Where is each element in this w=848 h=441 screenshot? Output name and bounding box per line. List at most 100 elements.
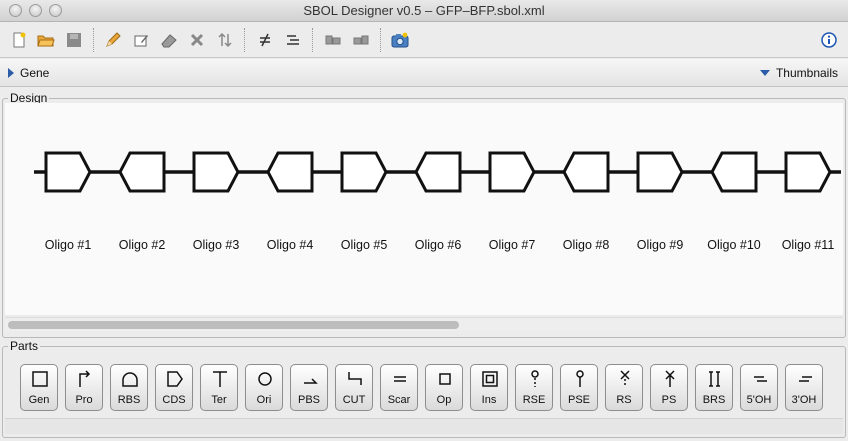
- part-button-rs[interactable]: RS: [605, 364, 643, 411]
- oligo-label: Oligo #2: [118, 238, 166, 252]
- focus-out-button[interactable]: [351, 30, 371, 50]
- minimize-window-button[interactable]: [29, 4, 42, 17]
- oligo-label: Oligo #5: [340, 238, 388, 252]
- oligo-glyph[interactable]: [488, 151, 536, 193]
- save-icon: [67, 33, 81, 47]
- part-button-label: 3'OH: [791, 394, 817, 406]
- edit-part-icon: [134, 35, 148, 47]
- part-button-ori[interactable]: Ori: [245, 364, 283, 411]
- part-button-label: Gen: [28, 394, 50, 406]
- part-button-rbs[interactable]: RBS: [110, 364, 148, 411]
- collapse-triangle-icon: [759, 70, 770, 76]
- rse-lollipop-dotted-icon: [531, 370, 539, 387]
- operator-square-icon: [439, 373, 451, 385]
- part-button-label: 5'OH: [746, 394, 772, 406]
- window-title: SBOL Designer v0.5 – GFP–BFP.sbol.xml: [303, 3, 545, 18]
- oligo-glyph[interactable]: [710, 151, 758, 193]
- oligo-glyph[interactable]: [784, 151, 832, 193]
- oligo-label: Oligo #4: [266, 238, 314, 252]
- part-button-cut[interactable]: CUT: [335, 364, 373, 411]
- snapshot-button[interactable]: [390, 30, 410, 50]
- part-button-3-oh[interactable]: 3'OH: [785, 364, 823, 411]
- pse-lollipop-icon: [576, 370, 584, 387]
- part-button-label: Ori: [256, 394, 272, 406]
- part-button-label: CDS: [162, 394, 186, 406]
- pencil-icon: [106, 32, 121, 47]
- part-button-gen[interactable]: Gen: [20, 364, 58, 411]
- part-button-scar[interactable]: Scar: [380, 364, 418, 411]
- info-button[interactable]: [819, 30, 839, 50]
- part-button-label: RBS: [117, 394, 141, 406]
- oligo-glyph[interactable]: [636, 151, 684, 193]
- new-file-button[interactable]: [9, 30, 29, 50]
- list-button[interactable]: [283, 30, 303, 50]
- part-button-label: BRS: [702, 394, 726, 406]
- part-button-label: Pro: [75, 394, 93, 406]
- part-button-label: Ter: [211, 394, 227, 406]
- part-button-pse[interactable]: PSE: [560, 364, 598, 411]
- part-button-label: CUT: [342, 394, 366, 406]
- zoom-window-button[interactable]: [49, 4, 62, 17]
- oligo-glyph[interactable]: [44, 151, 92, 193]
- strikethrough-button[interactable]: [255, 30, 275, 50]
- scrollbar-thumb[interactable]: [8, 321, 459, 329]
- thumbnails-label: Thumbnails: [775, 66, 838, 80]
- info-icon: [821, 32, 837, 48]
- open-button[interactable]: [36, 30, 56, 50]
- new-file-icon: [13, 32, 26, 48]
- oligo-glyph[interactable]: [266, 151, 314, 193]
- origin-circle-icon: [258, 372, 272, 386]
- gene-bar: Gene Thumbnails: [0, 59, 848, 87]
- part-button-5-oh[interactable]: 5'OH: [740, 364, 778, 411]
- oligo-label: Oligo #7: [488, 238, 536, 252]
- oligo-glyph[interactable]: [192, 151, 240, 193]
- part-button-rse[interactable]: RSE: [515, 364, 553, 411]
- pencil-button[interactable]: [103, 30, 123, 50]
- oligo-glyph[interactable]: [340, 151, 388, 193]
- square-icon: [32, 371, 48, 387]
- expand-triangle-icon: [8, 68, 14, 78]
- edit-part-button[interactable]: [131, 30, 151, 50]
- oligo-label: Oligo #11: [781, 238, 835, 252]
- part-button-op[interactable]: Op: [425, 364, 463, 411]
- part-button-label: PS: [661, 394, 677, 406]
- delete-button[interactable]: [187, 30, 207, 50]
- part-button-pro[interactable]: Pro: [65, 364, 103, 411]
- title-bar: SBOL Designer v0.5 – GFP–BFP.sbol.xml: [0, 0, 848, 22]
- oligo-label: Oligo #6: [414, 238, 462, 252]
- part-button-ter[interactable]: Ter: [200, 364, 238, 411]
- oligo-glyph[interactable]: [118, 151, 166, 193]
- ps-cross-icon: [665, 370, 675, 387]
- oligo-label: Oligo #8: [562, 238, 610, 252]
- list-icon: [287, 35, 299, 45]
- part-button-ps[interactable]: PS: [650, 364, 688, 411]
- rbs-dome-icon: [122, 372, 138, 387]
- part-button-label: Scar: [387, 394, 411, 406]
- promoter-arrow-icon: [79, 370, 91, 387]
- part-button-pbs[interactable]: PBS: [290, 364, 328, 411]
- oligo-glyph[interactable]: [414, 151, 462, 193]
- close-window-button[interactable]: [9, 4, 22, 17]
- save-button[interactable]: [64, 30, 84, 50]
- thumbnails-toggle[interactable]: Thumbnails: [759, 66, 838, 80]
- oligo-glyph[interactable]: [562, 151, 610, 193]
- part-button-label: PBS: [297, 394, 320, 406]
- insulator-square-icon: [482, 371, 498, 387]
- oligo-label: Oligo #3: [192, 238, 240, 252]
- focus-in-button[interactable]: [323, 30, 343, 50]
- design-backbone: [34, 151, 841, 193]
- focus-out-icon: [353, 35, 369, 45]
- flip-button[interactable]: [215, 30, 235, 50]
- parts-scroll-strip: [5, 418, 843, 434]
- part-button-label: PSE: [567, 394, 590, 406]
- rs-cross-icon: [620, 370, 630, 387]
- eraser-button[interactable]: [159, 30, 179, 50]
- oligo-label: Oligo #10: [707, 238, 761, 252]
- part-button-cds[interactable]: CDS: [155, 364, 193, 411]
- part-button-label: Ins: [481, 394, 497, 406]
- part-button-brs[interactable]: BRS: [695, 364, 733, 411]
- brs-brackets-icon: [709, 371, 720, 387]
- part-button-ins[interactable]: Ins: [470, 364, 508, 411]
- scar-lines-icon: [394, 376, 406, 382]
- gene-toggle[interactable]: Gene: [8, 66, 49, 80]
